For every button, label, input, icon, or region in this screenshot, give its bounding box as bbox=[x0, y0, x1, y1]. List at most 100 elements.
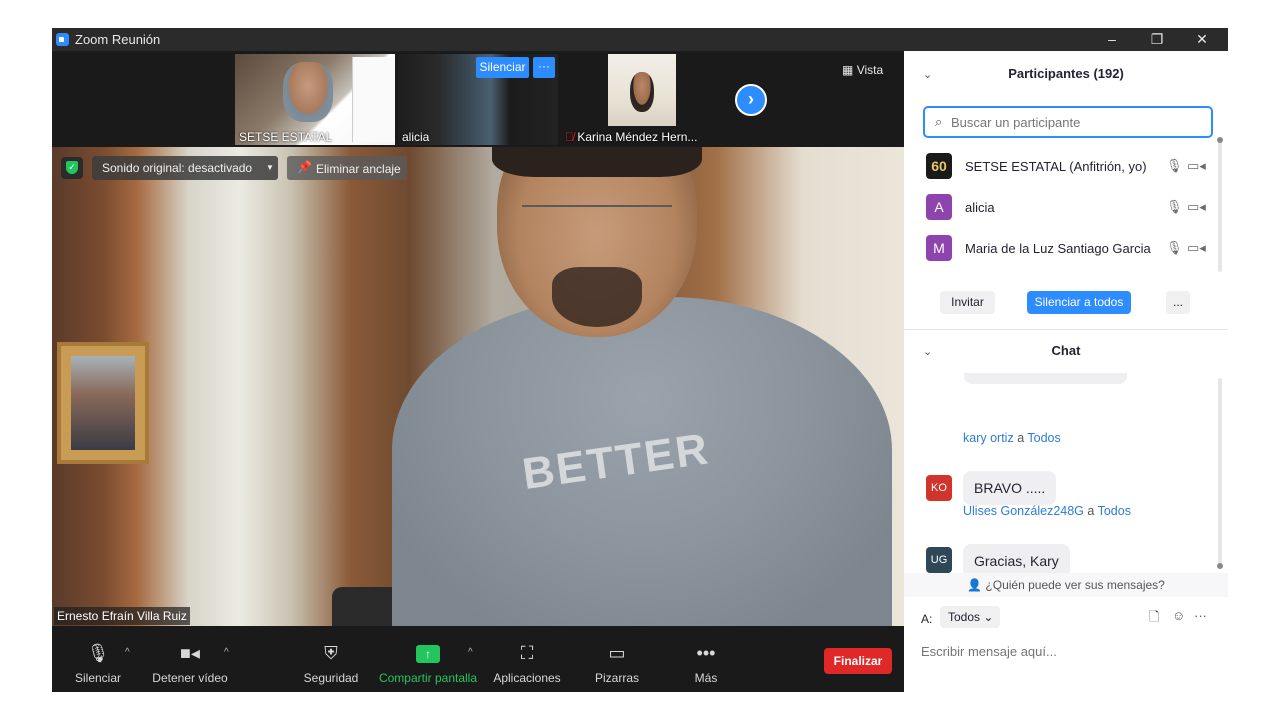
microphone-icon[interactable]: 🎙 bbox=[1166, 158, 1183, 174]
zoom-logo-icon bbox=[56, 33, 69, 46]
minimize-button[interactable]: – bbox=[1090, 29, 1134, 50]
participant-name: alicia bbox=[965, 200, 995, 215]
unpin-label: Eliminar anclaje bbox=[316, 162, 401, 176]
thumbnail-more-button[interactable]: ··· bbox=[533, 57, 555, 78]
chat-scrollbar[interactable] bbox=[1217, 378, 1223, 569]
security-button[interactable]: ⛨ Seguridad bbox=[301, 626, 361, 692]
more-dots-icon: ••• bbox=[696, 643, 716, 663]
microphone-icon: 🎙 bbox=[86, 643, 110, 663]
view-button[interactable]: ▦ Vista bbox=[842, 63, 883, 77]
thumbnail-name: alicia bbox=[402, 130, 430, 144]
message-header: kary ortiz a Todos bbox=[963, 431, 1061, 445]
more-button[interactable]: ••• Más bbox=[676, 626, 736, 692]
thumbnail-mute-button[interactable]: Silenciar bbox=[476, 57, 529, 78]
participant-search-input[interactable] bbox=[951, 112, 1201, 132]
message-sender[interactable]: kary ortiz bbox=[963, 431, 1014, 445]
whiteboards-button[interactable]: ▭ Pizarras bbox=[587, 626, 647, 692]
video-options-caret-icon[interactable]: ^ bbox=[224, 647, 229, 658]
participant-row[interactable]: M Maria de la Luz Santiago Garcia 🎙 ▭◂ bbox=[904, 228, 1224, 269]
more-label: Más bbox=[694, 671, 718, 685]
participants-list: 60 SETSE ESTATAL (Anfitrión, yo) 🎙 ▭◂ A … bbox=[904, 146, 1228, 270]
message-to-word: a bbox=[1087, 504, 1095, 518]
next-page-button[interactable]: › bbox=[735, 84, 767, 116]
thumbnail-name: SETSE ESTATAL bbox=[239, 130, 333, 144]
divider bbox=[904, 329, 1228, 330]
speaker-beard bbox=[552, 267, 642, 327]
video-camera-icon[interactable]: ▭◂ bbox=[1187, 158, 1206, 174]
pin-icon: 📌 bbox=[297, 160, 312, 174]
who-can-see-link[interactable]: 👤 ¿Quién puede ver sus mensajes? bbox=[904, 573, 1228, 597]
mute-all-button[interactable]: Silenciar a todos bbox=[1027, 291, 1131, 314]
original-sound-label: Sonido original: desactivado bbox=[102, 161, 253, 175]
participant-row-partial[interactable] bbox=[904, 269, 1224, 270]
side-panel: ⌄ Participantes (192) ⌕ 60 SETSE ESTATAL… bbox=[904, 51, 1228, 692]
share-screen-icon: ↑ bbox=[416, 645, 440, 663]
view-label: Vista bbox=[856, 63, 884, 77]
audio-options-caret-icon[interactable]: ^ bbox=[125, 647, 130, 658]
share-screen-button[interactable]: ↑ Compartir pantalla bbox=[377, 626, 479, 692]
message-header: Ulises González248G a Todos bbox=[963, 504, 1131, 518]
participants-header: ⌄ Participantes (192) bbox=[904, 51, 1228, 95]
microphone-icon[interactable]: 🎙 bbox=[1166, 199, 1183, 215]
chat-title: Chat bbox=[1051, 343, 1081, 358]
recipient-select[interactable]: Todos ⌄ bbox=[940, 606, 1000, 628]
stop-video-label: Detener vídeo bbox=[152, 671, 228, 685]
avatar: UG bbox=[926, 547, 952, 573]
participants-more-button[interactable]: ... bbox=[1166, 291, 1190, 314]
video-area: SETSE ESTATAL alicia Silenciar ··· 🎙̸ Ka… bbox=[52, 51, 904, 692]
chat-messages: kary ortiz a Todos KO BRAVO ..... Ulises… bbox=[904, 373, 1228, 573]
title-bar: Zoom Reunión – ❐ ✕ bbox=[52, 28, 1228, 51]
unpin-button[interactable]: 📌 Eliminar anclaje bbox=[287, 156, 407, 180]
thumbnail-setse[interactable]: SETSE ESTATAL bbox=[235, 54, 395, 145]
recipient-value: Todos bbox=[948, 610, 981, 624]
video-camera-icon: ■◂ bbox=[180, 643, 200, 663]
share-screen-label: Compartir pantalla bbox=[378, 671, 478, 685]
original-sound-button[interactable]: Sonido original: desactivado ▼ bbox=[92, 156, 278, 180]
whiteboard-icon: ▭ bbox=[608, 643, 626, 663]
share-options-caret-icon[interactable]: ^ bbox=[468, 647, 473, 658]
participant-video bbox=[608, 54, 676, 126]
to-label: A: bbox=[921, 612, 933, 626]
participants-scrollbar[interactable] bbox=[1217, 137, 1223, 272]
stop-video-button[interactable]: ■◂ Detener vídeo bbox=[150, 626, 230, 692]
thumbnail-karina[interactable]: 🎙̸ Karina Méndez Hern... bbox=[561, 54, 721, 145]
participant-name: SETSE ESTATAL (Anfitrión, yo) bbox=[965, 159, 1147, 174]
close-button[interactable]: ✕ bbox=[1180, 29, 1224, 50]
thumbnail-name-wrap: 🎙̸ Karina Méndez Hern... bbox=[565, 130, 697, 144]
mute-button[interactable]: 🎙 Silenciar bbox=[68, 626, 128, 692]
file-icon[interactable]: 🗋 bbox=[1149, 608, 1159, 630]
wall-picture-frame bbox=[57, 342, 149, 464]
chat-compose-input[interactable] bbox=[921, 641, 1211, 661]
meeting-toolbar: 🎙 Silenciar ^ ■◂ Detener vídeo ^ ⛨ Segur… bbox=[52, 626, 904, 692]
shared-screen-preview bbox=[352, 57, 395, 142]
end-meeting-button[interactable]: Finalizar bbox=[824, 648, 892, 674]
participant-row[interactable]: 60 SETSE ESTATAL (Anfitrión, yo) 🎙 ▭◂ bbox=[904, 146, 1224, 187]
restore-button[interactable]: ❐ bbox=[1135, 29, 1179, 50]
invite-button[interactable]: Invitar bbox=[940, 291, 995, 314]
apps-button[interactable]: ⛶ Aplicaciones bbox=[490, 626, 564, 692]
muted-microphone-icon: 🎙̸ bbox=[565, 130, 574, 144]
participant-name: Maria de la Luz Santiago Garcia bbox=[965, 241, 1151, 256]
message-recipient: Todos bbox=[1097, 504, 1131, 518]
person-info-icon: 👤 bbox=[967, 578, 983, 592]
encryption-badge[interactable]: ✓ bbox=[61, 157, 83, 179]
shield-check-icon: ✓ bbox=[66, 161, 78, 174]
thumbnail-strip: SETSE ESTATAL alicia Silenciar ··· 🎙̸ Ka… bbox=[52, 51, 904, 147]
avatar: M bbox=[926, 235, 952, 261]
video-camera-icon[interactable]: ▭◂ bbox=[1187, 199, 1206, 215]
chevron-down-icon[interactable]: ▼ bbox=[261, 156, 278, 180]
who-can-see-label: ¿Quién puede ver sus mensajes? bbox=[985, 578, 1165, 592]
message-to-word: a bbox=[1017, 431, 1025, 445]
speaker-glasses bbox=[522, 205, 672, 227]
participant-row[interactable]: A alicia 🎙 ▭◂ bbox=[904, 187, 1224, 228]
avatar: A bbox=[926, 194, 952, 220]
emoji-icon[interactable]: ☺ bbox=[1172, 608, 1185, 623]
avatar: 60 bbox=[926, 153, 952, 179]
more-options-icon[interactable]: ··· bbox=[1194, 608, 1207, 623]
video-camera-icon[interactable]: ▭◂ bbox=[1187, 240, 1206, 256]
chevron-down-icon: ⌄ bbox=[983, 610, 994, 624]
zoom-window: Zoom Reunión – ❐ ✕ SETSE ESTATAL alicia … bbox=[52, 28, 1228, 692]
message-sender[interactable]: Ulises González248G bbox=[963, 504, 1084, 518]
microphone-icon[interactable]: 🎙 bbox=[1166, 240, 1183, 256]
participant-search[interactable]: ⌕ bbox=[923, 106, 1213, 138]
